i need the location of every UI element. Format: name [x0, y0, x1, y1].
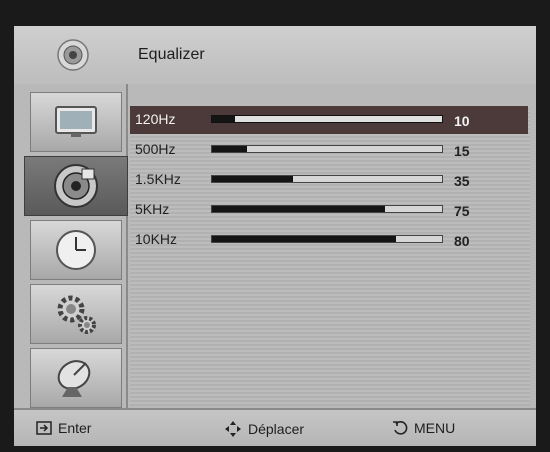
band-value: 10: [454, 113, 470, 129]
band-value: 80: [454, 233, 470, 249]
band-row[interactable]: 500Hz 15: [130, 136, 528, 164]
band-label: 500Hz: [135, 141, 176, 157]
tab-picture[interactable]: [30, 92, 122, 152]
band-row[interactable]: 1.5KHz 35: [130, 166, 528, 194]
band-level-fill: [212, 236, 396, 242]
header: Equalizer: [14, 26, 536, 84]
band-level-bar[interactable]: [211, 175, 443, 183]
band-level-bar[interactable]: [211, 235, 443, 243]
enter-label: Enter: [58, 420, 92, 436]
gears-icon: [57, 295, 96, 334]
tab-sound[interactable]: [24, 156, 128, 216]
band-label: 10KHz: [135, 231, 178, 247]
band-value: 15: [454, 143, 470, 159]
band-level-bar[interactable]: [211, 115, 443, 123]
band-level-fill: [212, 206, 385, 212]
menu-label: MENU: [414, 420, 456, 436]
picture-monitor-icon: [55, 106, 97, 137]
band-level-fill: [212, 146, 247, 152]
page-title: Equalizer: [138, 46, 205, 63]
enter-icon: [36, 421, 52, 435]
arrows-icon: [225, 421, 241, 437]
speaker-icon: [57, 39, 89, 71]
band-label: 1.5KHz: [135, 171, 181, 187]
move-hint: Déplacer: [224, 420, 304, 438]
equalizer-screen: Equalizer 120Hz 10 500Hz 15 1.5KHz 35 5K…: [14, 26, 536, 446]
move-label: Déplacer: [248, 421, 305, 437]
band-value: 75: [454, 203, 470, 219]
band-level-bar[interactable]: [211, 205, 443, 213]
return-icon: [393, 421, 408, 435]
tab-settings[interactable]: [30, 284, 122, 344]
sidebar: [14, 84, 128, 408]
speaker-icon: [54, 164, 98, 208]
footer-hints: Enter Déplacer MENU: [14, 408, 536, 446]
tab-channel[interactable]: [30, 348, 122, 408]
enter-hint: Enter: [36, 420, 91, 436]
band-level-fill: [212, 176, 293, 182]
band-level-bar[interactable]: [211, 145, 443, 153]
menu-hint: MENU: [392, 420, 455, 436]
satellite-dish-icon: [57, 360, 91, 397]
band-row[interactable]: 10KHz 80: [130, 226, 528, 254]
clock-icon: [56, 230, 96, 270]
band-row[interactable]: 120Hz 10: [130, 106, 528, 134]
band-level-fill: [212, 116, 235, 122]
equalizer-bands: 120Hz 10 500Hz 15 1.5KHz 35 5KHz 75 10KH…: [130, 106, 530, 406]
band-row[interactable]: 5KHz 75: [130, 196, 528, 224]
band-label: 120Hz: [135, 111, 176, 127]
tab-time[interactable]: [30, 220, 122, 280]
band-value: 35: [454, 173, 470, 189]
band-label: 5KHz: [135, 201, 170, 217]
